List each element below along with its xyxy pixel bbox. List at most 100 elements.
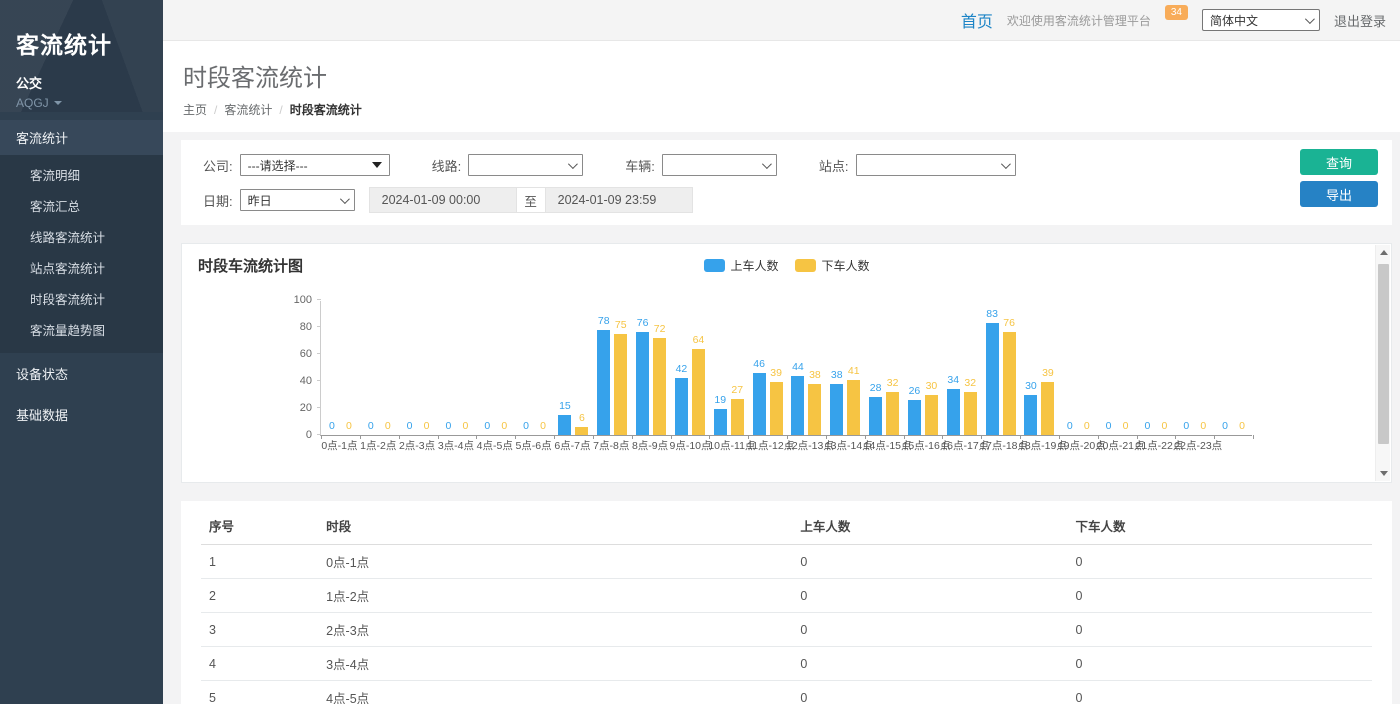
bar-value-label: 39 <box>762 367 790 379</box>
breadcrumb-current: 时段客流统计 <box>290 101 362 118</box>
y-axis-tick-label: 80 <box>282 321 312 333</box>
date-preset-select[interactable]: 昨日 <box>240 189 355 211</box>
scrollbar-up-button[interactable] <box>1376 245 1391 260</box>
bar-value-label: 0 <box>1073 420 1101 432</box>
bar-value-label: 0 <box>490 420 518 432</box>
sidebar-item-base-data[interactable]: 基础数据 <box>0 394 163 435</box>
date-start-input[interactable]: 2024-01-09 00:00 <box>369 187 517 213</box>
col-header-boarding: 上车人数 <box>792 505 1067 545</box>
y-axis-tick-mark <box>317 380 321 381</box>
bar-上车人数[interactable] <box>753 373 766 435</box>
x-axis-category-label: 6点-7点 <box>553 438 592 453</box>
x-axis-category-label: 0点-1点 <box>320 438 359 453</box>
sidebar-item-passenger-summary[interactable]: 客流汇总 <box>0 190 163 221</box>
language-select[interactable]: 简体中文 <box>1202 9 1320 31</box>
sidebar-item-passenger-stats[interactable]: 客流统计 <box>0 120 163 155</box>
export-button[interactable]: 导出 <box>1300 181 1378 207</box>
x-axis-category-label: 18点-19点 <box>1019 438 1058 453</box>
y-axis-tick-label: 100 <box>282 294 312 306</box>
bar-上车人数[interactable] <box>636 332 649 435</box>
table-cell: 0 <box>792 545 1067 579</box>
table-cell: 3 <box>201 613 318 647</box>
legend-item-alighting[interactable]: 下车人数 <box>795 257 870 274</box>
triangle-down-icon <box>1380 471 1388 476</box>
x-axis-category-label: 20点-21点 <box>1097 438 1136 453</box>
breadcrumb-separator: / <box>214 103 217 117</box>
bar-下车人数[interactable] <box>808 384 821 435</box>
table-cell: 0 <box>1068 681 1372 704</box>
sidebar-item-line-stats[interactable]: 线路客流统计 <box>0 221 163 252</box>
bar-value-label: 0 <box>451 420 479 432</box>
bar-上车人数[interactable] <box>675 378 688 435</box>
station-select[interactable] <box>856 154 1016 176</box>
date-end-input[interactable]: 2024-01-09 23:59 <box>545 187 693 213</box>
sidebar-item-station-stats[interactable]: 站点客流统计 <box>0 252 163 283</box>
bar-上车人数[interactable] <box>986 323 999 435</box>
company-select[interactable]: ---请选择--- <box>240 154 390 176</box>
bar-上车人数[interactable] <box>908 400 921 435</box>
sidebar-nav: 客流统计 客流明细 客流汇总 线路客流统计 站点客流统计 时段客流统计 客流量趋… <box>0 120 163 435</box>
logout-link[interactable]: 退出登录 <box>1334 11 1386 30</box>
bar-上车人数[interactable] <box>830 384 843 435</box>
sidebar-item-trend-chart[interactable]: 客流量趋势图 <box>0 314 163 345</box>
sidebar-header: 客流统计 公交 AQGJ <box>0 0 163 112</box>
bar-下车人数[interactable] <box>886 392 899 435</box>
sidebar-item-device-status[interactable]: 设备状态 <box>0 353 163 394</box>
org-name: 公交 <box>16 73 163 92</box>
bar-value-label: 32 <box>879 377 907 389</box>
bar-上车人数[interactable] <box>1024 395 1037 436</box>
bar-下车人数[interactable] <box>692 349 705 435</box>
bar-上车人数[interactable] <box>869 397 882 435</box>
y-axis-tick-mark <box>317 407 321 408</box>
user-dropdown[interactable]: AQGJ <box>16 96 163 110</box>
vehicle-select[interactable] <box>662 154 777 176</box>
bar-value-label: 41 <box>840 365 868 377</box>
bar-value-label: 0 <box>529 420 557 432</box>
bar-下车人数[interactable] <box>575 427 588 435</box>
chevron-down-icon <box>1000 159 1010 169</box>
line-select[interactable] <box>468 154 583 176</box>
bar-下车人数[interactable] <box>770 382 783 435</box>
bar-下车人数[interactable] <box>1041 382 1054 435</box>
sidebar-item-period-stats[interactable]: 时段客流统计 <box>0 283 163 314</box>
bar-下车人数[interactable] <box>847 380 860 435</box>
line-label: 线路: <box>432 156 462 175</box>
bar-下车人数[interactable] <box>614 334 627 435</box>
table-panel: 序号 时段 上车人数 下车人数 10点-1点0021点-2点0032点-3点00… <box>181 501 1392 704</box>
triangle-up-icon <box>1380 250 1388 255</box>
breadcrumb-home[interactable]: 主页 <box>183 101 207 118</box>
table-row: 21点-2点00 <box>201 579 1372 613</box>
bar-下车人数[interactable] <box>731 399 744 435</box>
col-header-index: 序号 <box>201 505 318 545</box>
chevron-down-icon <box>568 159 578 169</box>
table-cell: 0 <box>792 647 1067 681</box>
query-button[interactable]: 查询 <box>1300 149 1378 175</box>
home-link[interactable]: 首页 <box>961 8 993 32</box>
table-cell: 1 <box>201 545 318 579</box>
bar-value-label: 0 <box>1150 420 1178 432</box>
chart-scrollbar[interactable] <box>1375 245 1390 481</box>
date-separator: 至 <box>517 187 545 213</box>
bar-下车人数[interactable] <box>1003 332 1016 435</box>
sidebar-item-passenger-detail[interactable]: 客流明细 <box>0 159 163 190</box>
table-cell: 0 <box>792 613 1067 647</box>
y-axis-tick-mark <box>317 299 321 300</box>
breadcrumb-section[interactable]: 客流统计 <box>224 101 272 118</box>
date-label: 日期: <box>203 191 233 210</box>
bar-上车人数[interactable] <box>597 330 610 435</box>
bar-下车人数[interactable] <box>653 338 666 435</box>
table-cell: 4点-5点 <box>318 681 792 704</box>
scrollbar-thumb[interactable] <box>1378 264 1389 444</box>
bar-value-label: 15 <box>551 400 579 412</box>
table-cell: 2 <box>201 579 318 613</box>
chart-x-axis-labels: 0点-1点1点-2点2点-3点3点-4点4点-5点5点-6点6点-7点7点-8点… <box>320 436 1252 452</box>
filter-panel: 公司: ---请选择--- 线路: 车辆: <box>181 140 1392 225</box>
bar-上车人数[interactable] <box>791 376 804 435</box>
bar-value-label: 75 <box>607 319 635 331</box>
bar-下车人数[interactable] <box>964 392 977 435</box>
bar-上车人数[interactable] <box>947 389 960 435</box>
legend-item-boarding[interactable]: 上车人数 <box>703 257 778 274</box>
bar-下车人数[interactable] <box>925 395 938 436</box>
scrollbar-down-button[interactable] <box>1376 466 1391 481</box>
bar-上车人数[interactable] <box>714 409 727 435</box>
